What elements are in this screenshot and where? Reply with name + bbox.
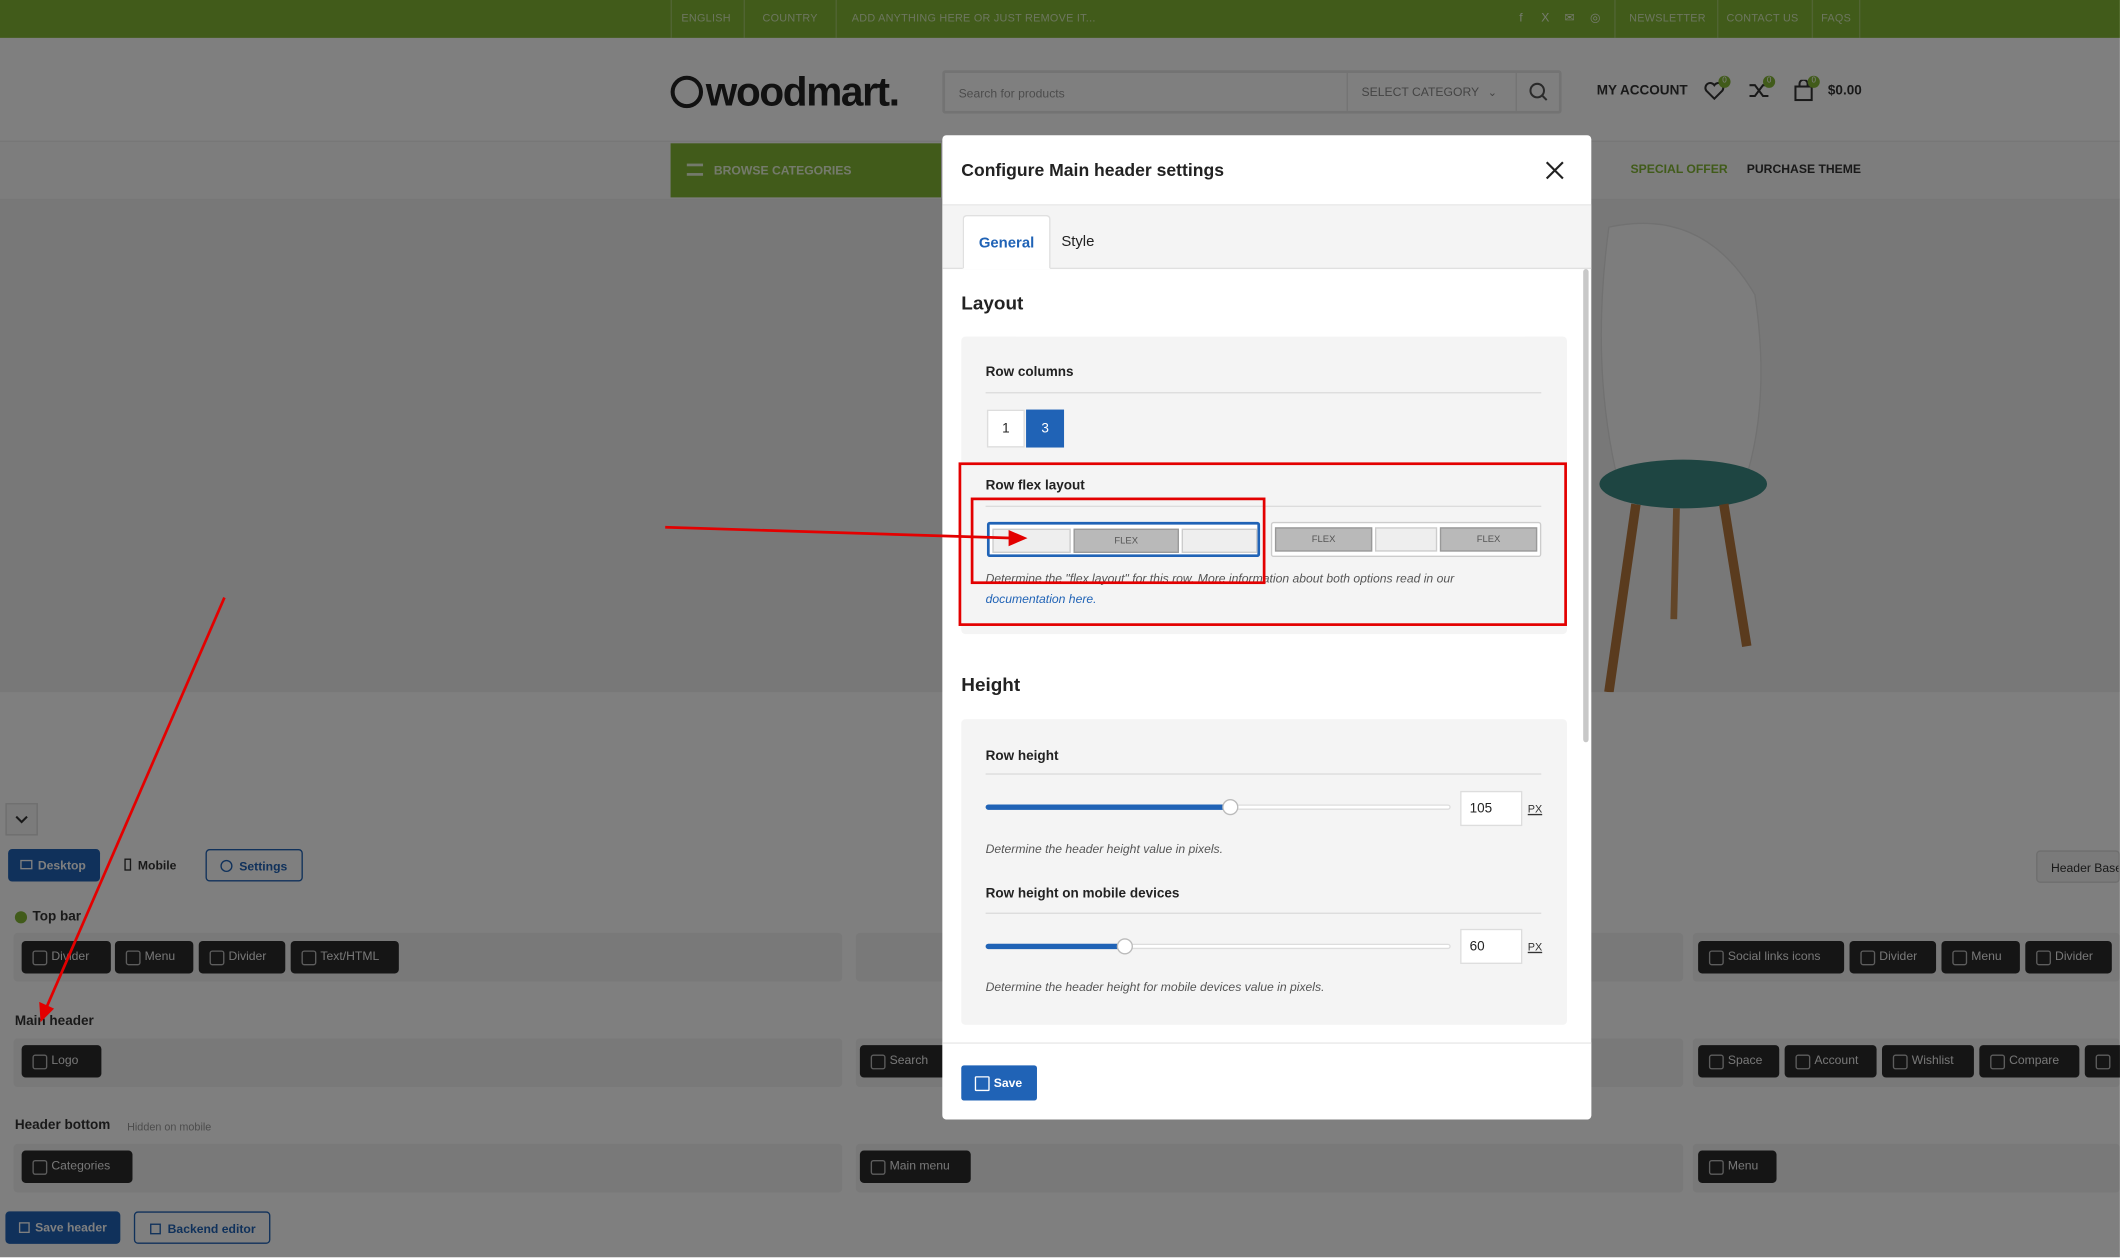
annotation-arrow: [44, 597, 226, 1010]
screenshot-stage: ENGLISH COUNTRY ADD ANYTHING HERE OR JUS…: [0, 0, 2120, 1258]
annotation-arrow: [665, 525, 1015, 540]
annotation-arrows: [39, 525, 1028, 1023]
arrow-head-icon: [1008, 529, 1028, 547]
